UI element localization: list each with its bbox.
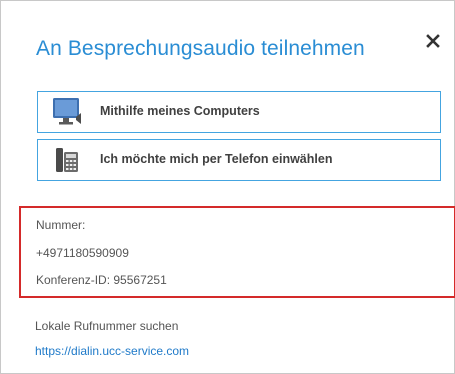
local-number-label: Lokale Rufnummer suchen xyxy=(35,319,179,333)
computer-icon xyxy=(52,97,86,127)
local-number-link[interactable]: https://dialin.ucc-service.com xyxy=(35,344,189,358)
dialin-info-box: Nummer: +4971180590909 Konferenz-ID: 955… xyxy=(19,206,455,298)
phone-icon xyxy=(52,145,86,175)
option-phone-label: Ich möchte mich per Telefon einwählen xyxy=(100,152,333,166)
number-label: Nummer: xyxy=(36,218,86,232)
join-audio-dialog: An Besprechungsaudio teilnehmen Mithilfe… xyxy=(0,0,455,374)
dialog-title: An Besprechungsaudio teilnehmen xyxy=(36,37,365,60)
option-phone-dialin-button[interactable]: Ich möchte mich per Telefon einwählen xyxy=(37,139,441,181)
option-computer-audio-button[interactable]: Mithilfe meines Computers xyxy=(37,91,441,133)
dialin-number: +4971180590909 xyxy=(36,246,129,260)
option-computer-label: Mithilfe meines Computers xyxy=(100,104,260,118)
conference-id: Konferenz-ID: 95567251 xyxy=(36,273,167,287)
close-icon[interactable] xyxy=(423,31,443,51)
